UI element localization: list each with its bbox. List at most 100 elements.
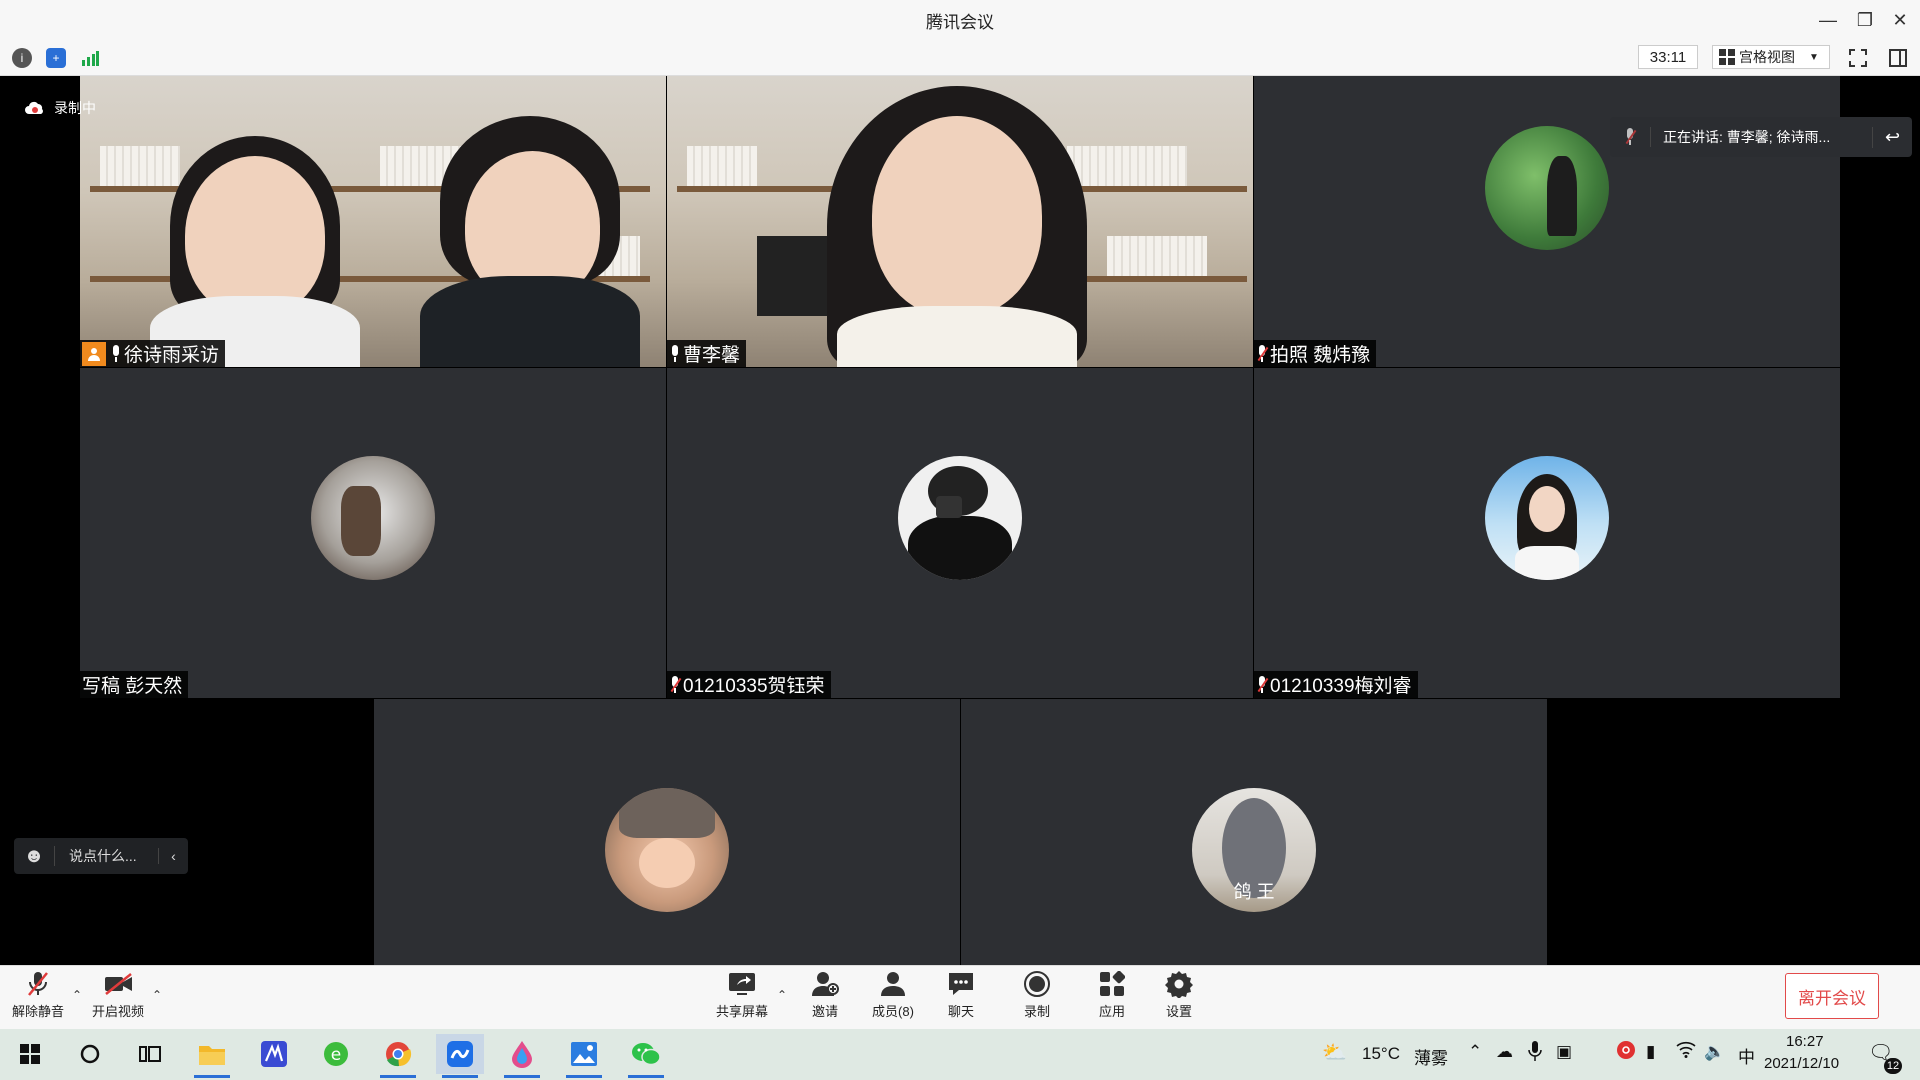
- side-panel-icon[interactable]: [1888, 48, 1908, 68]
- view-mode-dropdown[interactable]: 宫格视图 ▼: [1712, 45, 1830, 69]
- invite-button[interactable]: 邀请: [793, 971, 857, 1025]
- participant-name-tag: 曹李馨: [667, 340, 747, 367]
- members-button[interactable]: 成员(8): [861, 971, 925, 1025]
- participant-name-tag: 写稿 彭天然: [80, 671, 189, 698]
- reply-icon[interactable]: ↩: [1872, 126, 1912, 148]
- info-icon[interactable]: i: [12, 48, 32, 68]
- leave-meeting-button[interactable]: 离开会议: [1785, 973, 1879, 1019]
- share-screen-button[interactable]: 共享屏幕: [710, 971, 774, 1025]
- restore-icon[interactable]: ❐: [1845, 0, 1885, 40]
- share-screen-label: 共享屏幕: [715, 1004, 768, 1019]
- audio-options-chevron-icon[interactable]: ⌃: [72, 988, 82, 1002]
- chrome-browser-icon[interactable]: [374, 1034, 422, 1078]
- screen-share-tray-icon[interactable]: ▣: [1556, 1042, 1572, 1062]
- notes-app-icon[interactable]: [250, 1034, 298, 1074]
- start-video-label: 开启视频: [91, 1004, 144, 1019]
- mic-icon: [669, 344, 681, 363]
- notification-count-badge: 12: [1884, 1058, 1902, 1074]
- share-options-chevron-icon[interactable]: ⌃: [777, 988, 787, 1002]
- mic-icon: [110, 344, 122, 363]
- participant-name: 01210335贺钰荣: [683, 676, 825, 697]
- participant-tile[interactable]: 鸽 王: [961, 699, 1547, 965]
- participant-name: 拍照 魏炜豫: [1270, 345, 1371, 366]
- security-shield-icon[interactable]: +: [46, 48, 66, 68]
- search-icon[interactable]: [66, 1034, 114, 1074]
- show-hidden-icons-chevron-icon[interactable]: ⌃: [1468, 1042, 1482, 1062]
- chat-button[interactable]: 聊天: [929, 971, 993, 1025]
- mic-muted-icon: [1256, 675, 1269, 694]
- wechat-icon[interactable]: [622, 1034, 670, 1078]
- onedrive-cloud-icon[interactable]: ☁: [1496, 1042, 1513, 1062]
- participant-avatar: [898, 456, 1022, 580]
- record-label: 录制: [1023, 1004, 1050, 1019]
- weather-icon[interactable]: ⛅: [1322, 1040, 1347, 1065]
- gear-icon: [1165, 971, 1193, 998]
- camera-off-icon: [104, 971, 132, 997]
- participant-tile[interactable]: 01210335贺钰荣: [667, 368, 1253, 698]
- host-icon: [82, 341, 106, 366]
- clock-time[interactable]: 16:27: [1786, 1033, 1824, 1050]
- start-video-button[interactable]: 开启视频: [86, 971, 150, 1025]
- fullscreen-icon[interactable]: [1848, 48, 1868, 68]
- add-user-icon: [811, 971, 839, 997]
- view-mode-label: 宫格视图: [1739, 49, 1795, 65]
- emoji-icon[interactable]: ☻: [14, 845, 54, 868]
- chat-placeholder: 说点什么...: [54, 846, 158, 866]
- invite-label: 邀请: [811, 1004, 838, 1019]
- file-explorer-icon[interactable]: [188, 1034, 236, 1078]
- mic-muted-icon: [1256, 344, 1269, 363]
- record-button[interactable]: 录制: [1005, 971, 1069, 1025]
- participant-name-tag: 01210339梅刘睿: [1254, 671, 1418, 698]
- collapse-chevron-icon[interactable]: ‹: [158, 848, 188, 864]
- participant-tile[interactable]: 写稿 彭天然: [80, 368, 666, 698]
- tencent-meeting-icon[interactable]: [436, 1034, 484, 1078]
- participant-name: 写稿 彭天然: [82, 676, 183, 697]
- participant-tile[interactable]: 徐诗雨采访: [80, 76, 666, 367]
- input-method-indicator[interactable]: 中: [1738, 1043, 1755, 1068]
- minimize-icon[interactable]: —: [1808, 0, 1848, 40]
- chevron-down-icon: ▼: [1809, 51, 1819, 63]
- mic-muted-icon: [24, 971, 52, 997]
- photos-app-icon[interactable]: [560, 1034, 608, 1078]
- participant-name: 曹李馨: [683, 345, 741, 366]
- video-options-chevron-icon[interactable]: ⌃: [152, 988, 162, 1002]
- speaking-indicator: 正在讲话: 曹李馨; 徐诗雨... ↩: [1610, 117, 1912, 157]
- settings-button[interactable]: 设置: [1147, 971, 1211, 1025]
- close-icon[interactable]: ✕: [1880, 0, 1920, 40]
- participant-tile-active-speaker[interactable]: 曹李馨: [667, 76, 1253, 367]
- unmute-label: 解除静音: [11, 1004, 64, 1019]
- participant-name-tag: 徐诗雨采访: [80, 340, 226, 367]
- speaking-text: 正在讲话: 曹李馨; 徐诗雨...: [1650, 127, 1872, 147]
- weather-description[interactable]: 薄雾: [1414, 1044, 1448, 1069]
- unmute-button[interactable]: 解除静音: [6, 971, 70, 1025]
- participant-tile[interactable]: 01210339梅刘睿: [1254, 368, 1840, 698]
- windows-start-icon[interactable]: [6, 1034, 54, 1074]
- members-label: 成员(8): [872, 1004, 914, 1019]
- microphone-tray-icon[interactable]: [1528, 1040, 1542, 1067]
- window-title: 腾讯会议: [926, 12, 994, 32]
- ie-browser-icon[interactable]: e: [312, 1034, 360, 1074]
- participant-tile[interactable]: [374, 699, 960, 965]
- participant-name: 徐诗雨采访: [124, 345, 220, 366]
- volume-icon[interactable]: 🔈: [1704, 1042, 1725, 1062]
- participant-avatar: [1485, 456, 1609, 580]
- network-signal-icon[interactable]: [80, 48, 100, 68]
- participant-name-tag: 拍照 魏炜豫: [1254, 340, 1377, 367]
- task-view-icon[interactable]: [126, 1034, 174, 1074]
- avatar-text: 鸽 王: [1233, 882, 1275, 902]
- apps-button[interactable]: 应用: [1080, 971, 1144, 1025]
- color-drop-app-icon[interactable]: [498, 1034, 546, 1078]
- record-icon: [1023, 971, 1051, 997]
- battery-icon[interactable]: ▮: [1646, 1042, 1655, 1062]
- weather-temperature[interactable]: 15°C: [1362, 1044, 1400, 1064]
- netease-music-icon[interactable]: [1616, 1040, 1636, 1065]
- clock-date[interactable]: 2021/12/10: [1764, 1055, 1839, 1072]
- participant-avatar: [1485, 126, 1609, 250]
- apps-label: 应用: [1098, 1004, 1125, 1019]
- participant-name-tag: 01210335贺钰荣: [667, 671, 831, 698]
- wifi-icon[interactable]: [1676, 1040, 1696, 1063]
- mic-muted-icon: [669, 675, 682, 694]
- title-bar: 腾讯会议: [0, 0, 1920, 40]
- mic-muted-icon: [1610, 128, 1650, 146]
- chat-input[interactable]: ☻ 说点什么... ‹: [14, 838, 188, 874]
